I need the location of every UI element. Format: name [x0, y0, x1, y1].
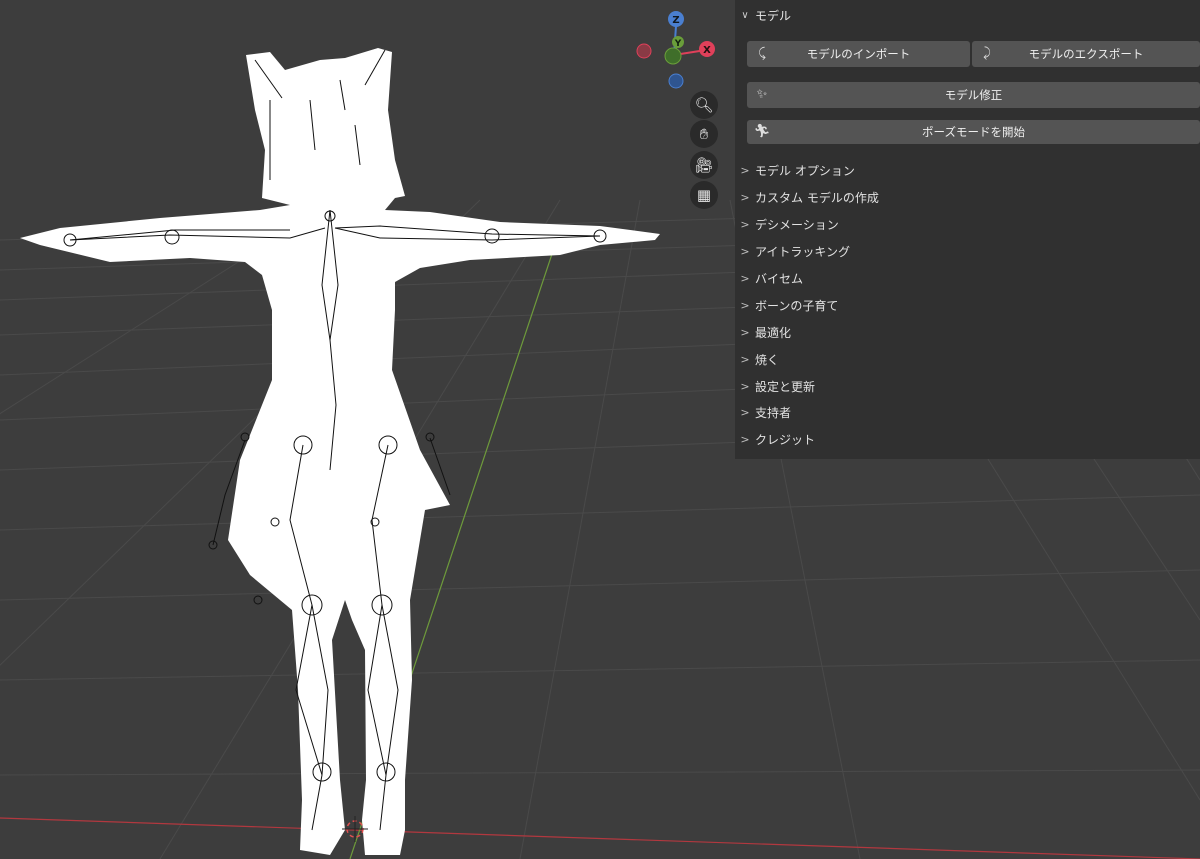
gizmo-neg-y-axis — [664, 47, 682, 65]
chevron-right-icon: > — [740, 299, 750, 312]
section-label: 焼く — [755, 353, 780, 367]
section-label: デシメーション — [755, 218, 839, 232]
chevron-right-icon: > — [740, 272, 750, 285]
import-icon: ⤹ — [758, 46, 766, 61]
section-eye-tracking[interactable]: > アイトラッキング — [735, 238, 1200, 265]
panel-header-model[interactable]: ∨ モデル — [735, 0, 1200, 30]
camera-icon[interactable]: 🎥︎ — [690, 151, 718, 179]
chevron-down-icon: ∨ — [741, 9, 749, 21]
pose-icon: 🏃︎ — [753, 124, 771, 139]
navigation-gizmo[interactable]: Z X Y — [630, 8, 722, 100]
section-supporters[interactable]: > 支持者 — [735, 399, 1200, 426]
section-credits[interactable]: > クレジット — [735, 426, 1200, 453]
start-pose-mode-label: ポーズモードを開始 — [922, 125, 1025, 139]
gizmo-neg-z-axis — [668, 73, 684, 89]
section-decimation[interactable]: > デシメーション — [735, 211, 1200, 238]
export-model-button[interactable]: ⤸ モデルのエクスポート — [972, 41, 1200, 67]
section-label: クレジット — [755, 433, 816, 447]
import-model-label: モデルのインポート — [806, 47, 911, 61]
zoom-icon[interactable]: 🔍︎ — [690, 91, 718, 119]
section-bone-parenting[interactable]: > ボーンの子育て — [735, 292, 1200, 319]
section-label: モデル オプション — [755, 164, 855, 178]
gizmo-z-label: Z — [672, 15, 679, 26]
section-label: 設定と更新 — [755, 380, 816, 394]
gizmo-neg-x-axis — [636, 43, 652, 59]
fix-model-label: モデル修正 — [944, 88, 1003, 102]
chevron-right-icon: > — [740, 218, 750, 231]
magic-wand-icon: ✨︎ — [756, 87, 768, 102]
chevron-right-icon: > — [740, 164, 750, 177]
section-label: ボーンの子育て — [755, 299, 839, 313]
section-settings-updates[interactable]: > 設定と更新 — [735, 373, 1200, 400]
export-icon: ⤸ — [983, 46, 991, 61]
gizmo-x-label: X — [703, 45, 711, 56]
section-label: バイセム — [755, 272, 804, 286]
section-visemes[interactable]: > バイセム — [735, 265, 1200, 292]
character-model — [20, 48, 660, 855]
sidebar-panel: ∨ モデル ⤹ モデルのインポート ⤸ モデルのエクスポート ✨︎ モデル修正 … — [735, 0, 1200, 459]
chevron-right-icon: > — [740, 326, 750, 339]
hand-icon[interactable]: ✋︎ — [690, 120, 718, 148]
section-label: 最適化 — [755, 326, 792, 340]
panel-title: モデル — [755, 8, 792, 23]
chevron-right-icon: > — [740, 245, 750, 258]
gizmo-y-label: Y — [674, 39, 682, 49]
chevron-right-icon: > — [740, 353, 750, 366]
x-axis-line — [0, 817, 1200, 859]
import-model-button[interactable]: ⤹ モデルのインポート — [747, 41, 970, 67]
section-model-options[interactable]: > モデル オプション — [735, 157, 1200, 184]
grid-icon[interactable]: ▦ — [690, 181, 718, 209]
section-optimization[interactable]: > 最適化 — [735, 319, 1200, 346]
chevron-right-icon: > — [740, 433, 750, 446]
export-model-label: モデルのエクスポート — [1028, 47, 1144, 61]
section-bake[interactable]: > 焼く — [735, 346, 1200, 373]
chevron-right-icon: > — [740, 191, 750, 204]
section-label: アイトラッキング — [755, 245, 851, 259]
fix-model-button[interactable]: ✨︎ モデル修正 — [747, 82, 1200, 108]
chevron-right-icon: > — [740, 406, 750, 419]
chevron-right-icon: > — [740, 380, 750, 393]
section-label: 支持者 — [755, 406, 792, 420]
section-custom-model[interactable]: > カスタム モデルの作成 — [735, 184, 1200, 211]
start-pose-mode-button[interactable]: 🏃︎ ポーズモードを開始 — [747, 120, 1200, 144]
section-label: カスタム モデルの作成 — [755, 191, 879, 205]
